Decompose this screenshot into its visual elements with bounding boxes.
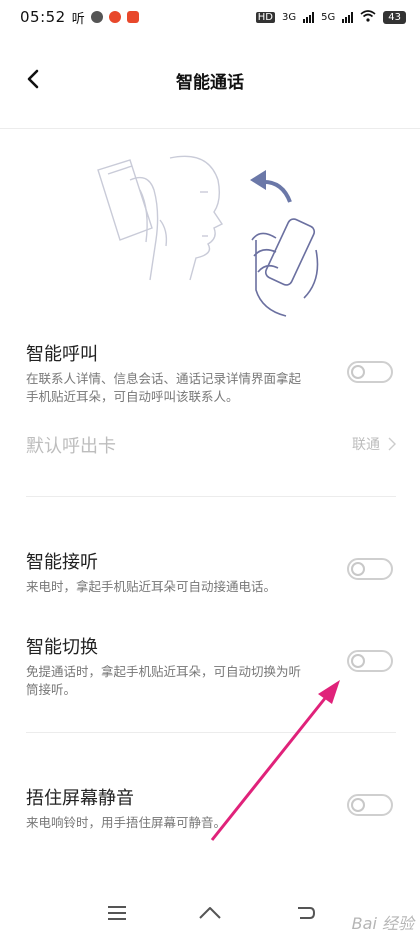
app-notification-icon: [90, 11, 103, 23]
menu-icon: [108, 906, 126, 920]
cover-mute-title: 捂住屏幕静音: [26, 788, 134, 809]
smart-call-toggle[interactable]: [347, 361, 393, 383]
section-divider: [26, 496, 396, 497]
header: 智能通话: [0, 50, 420, 110]
toggle-knob: [351, 654, 365, 668]
app-badge-icon: [126, 11, 139, 23]
cover-mute-setting: 捂住屏幕静音 来电响铃时，用手捂住屏幕可静音。: [26, 784, 396, 832]
chevron-right-icon: [388, 437, 396, 451]
weibo-icon: [108, 11, 121, 23]
smart-call-desc: 在联系人详情、信息会话、通话记录详情界面拿起手机贴近耳朵，可自动呼叫该联系人。: [26, 371, 302, 404]
toggle-knob: [351, 562, 365, 576]
menu-button[interactable]: [102, 898, 132, 928]
page-title: 智能通话: [176, 73, 244, 93]
smart-call-setting: 智能呼叫 在联系人详情、信息会话、通话记录详情界面拿起手机贴近耳朵，可自动呼叫该…: [26, 340, 396, 406]
navigation-bar: Bai 经验: [0, 890, 420, 940]
home-button[interactable]: [195, 898, 225, 928]
smart-answer-title: 智能接听: [26, 552, 98, 573]
section-divider: [26, 732, 396, 733]
hd-voice-icon: HD: [255, 11, 276, 23]
listen-app-icon: 听: [71, 11, 85, 27]
back-nav-button[interactable]: [290, 898, 320, 928]
3g-label: 3G: [282, 11, 297, 23]
smart-answer-toggle[interactable]: [347, 558, 393, 580]
status-bar: 05:52 听 HD 3G 5G 43: [0, 0, 420, 34]
default-sim-value-group: 联通: [352, 434, 396, 454]
5g-label: 5G: [321, 11, 336, 23]
signal-icon: [303, 11, 315, 23]
default-sim-label: 默认呼出卡: [26, 436, 116, 457]
status-right: HD 3G 5G 43: [255, 9, 406, 25]
wifi-icon: [360, 9, 376, 25]
smart-switch-title: 智能切换: [26, 637, 98, 658]
watermark: Bai 经验: [351, 914, 414, 933]
smart-switch-setting: 智能切换 免提通话时，拿起手机贴近耳朵，可自动切换为听筒接听。: [26, 633, 396, 699]
cover-mute-desc: 来电响铃时，用手捂住屏幕可静音。: [26, 815, 227, 830]
status-time: 05:52: [20, 8, 66, 26]
default-sim-value: 联通: [352, 437, 380, 453]
status-left: 05:52 听: [20, 8, 139, 27]
smart-call-illustration: [90, 150, 335, 320]
home-icon: [199, 907, 221, 919]
cover-mute-toggle[interactable]: [347, 794, 393, 816]
smart-switch-toggle[interactable]: [347, 650, 393, 672]
smart-answer-setting: 智能接听 来电时，拿起手机贴近耳朵可自动接通电话。: [26, 548, 396, 596]
toggle-knob: [351, 365, 365, 379]
toggle-knob: [351, 798, 365, 812]
smart-switch-desc: 免提通话时，拿起手机贴近耳朵，可自动切换为听筒接听。: [26, 664, 302, 697]
return-icon: [298, 907, 316, 919]
signal-icon-2: [342, 11, 354, 23]
header-divider: [0, 128, 420, 129]
battery-icon: 43: [383, 10, 406, 24]
smart-answer-desc: 来电时，拿起手机贴近耳朵可自动接通电话。: [26, 579, 277, 594]
default-sim-row[interactable]: 默认呼出卡 联通: [26, 432, 396, 458]
smart-call-title: 智能呼叫: [26, 344, 98, 365]
